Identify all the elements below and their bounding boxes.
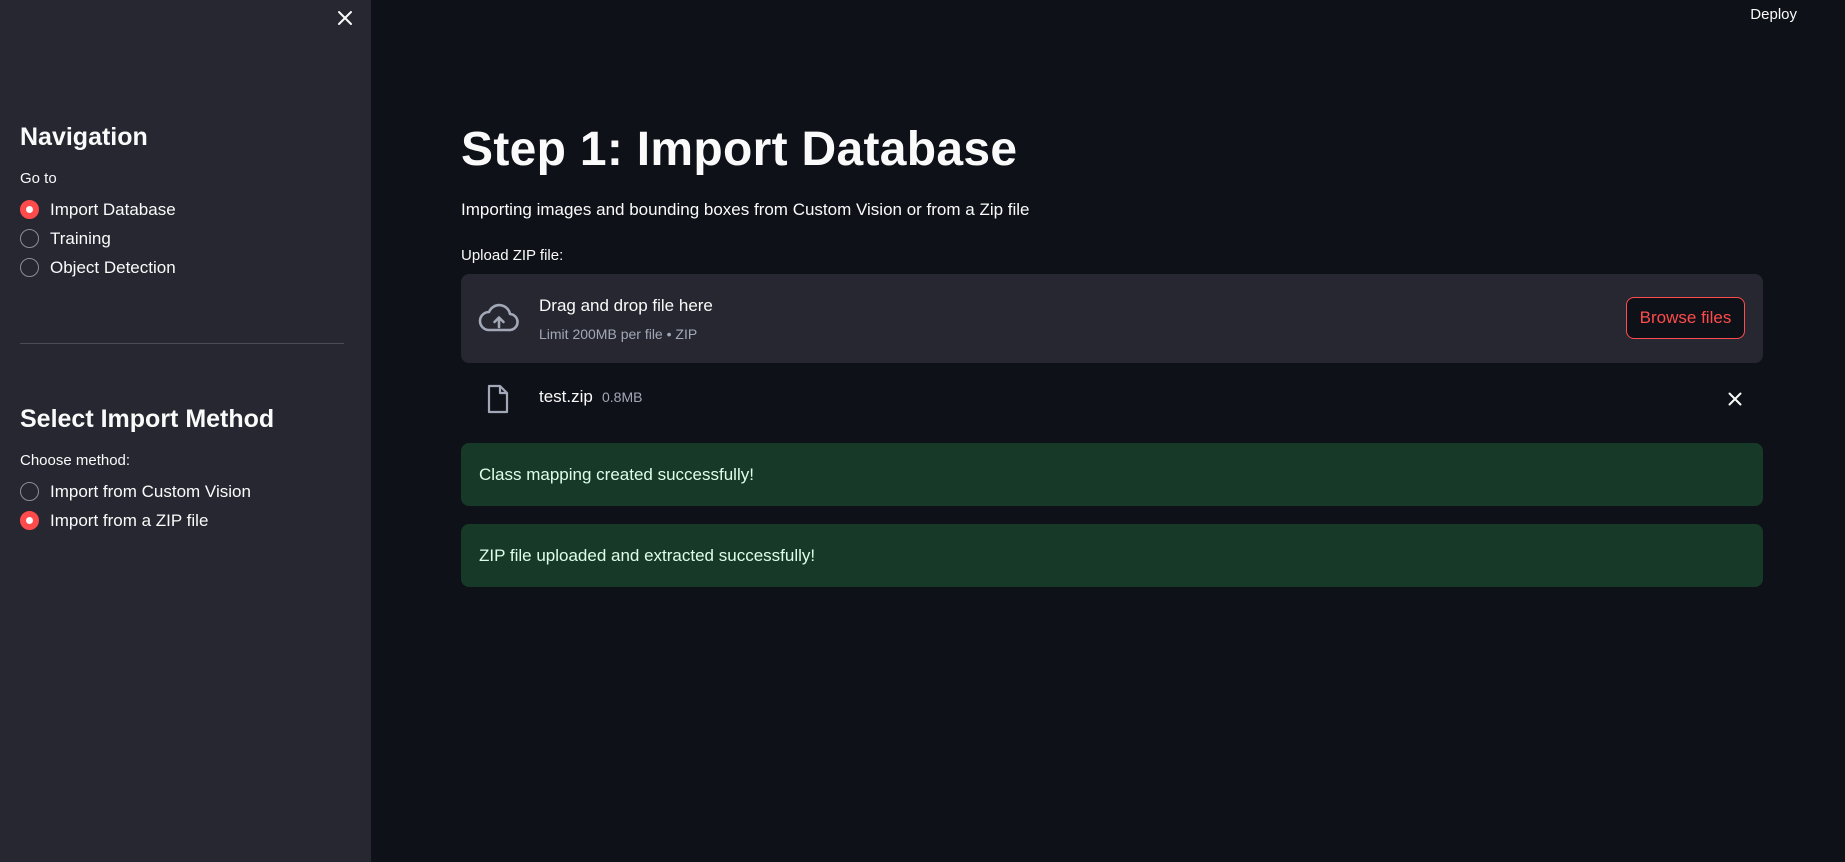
radio-training[interactable]: Training [20, 224, 344, 253]
radio-unchecked-icon [20, 258, 39, 277]
remove-file-button[interactable] [1724, 388, 1746, 410]
sidebar-divider [20, 343, 344, 344]
radio-checked-icon [20, 511, 39, 530]
import-method-radio-group: Import from Custom Vision Import from a … [20, 477, 344, 535]
radio-label: Import from Custom Vision [50, 481, 251, 501]
radio-import-database[interactable]: Import Database [20, 195, 344, 224]
file-size: 0.8MB [602, 389, 643, 405]
import-method-label: Choose method: [20, 452, 131, 469]
close-icon [338, 11, 352, 25]
uploaded-file-row: test.zip 0.8MB [461, 370, 1763, 426]
alert-text: Class mapping created successfully! [479, 465, 754, 484]
sidebar-close-button[interactable] [333, 6, 357, 30]
file-icon [487, 384, 509, 414]
radio-label: Import Database [50, 199, 176, 219]
app-root: Navigation Go to Import Database Trainin… [0, 0, 1845, 862]
navigation-label: Go to [20, 170, 57, 187]
radio-checked-icon [20, 200, 39, 219]
cloud-upload-icon [478, 303, 519, 332]
file-dropzone[interactable]: Drag and drop file here Limit 200MB per … [461, 274, 1763, 363]
radio-label: Object Detection [50, 257, 176, 277]
radio-unchecked-icon [20, 482, 39, 501]
radio-import-zip[interactable]: Import from a ZIP file [20, 506, 344, 535]
radio-unchecked-icon [20, 229, 39, 248]
browse-files-button[interactable]: Browse files [1626, 297, 1745, 339]
remove-file-icon [1728, 392, 1742, 406]
dropzone-title: Drag and drop file here [539, 296, 713, 315]
success-alert-zip-upload: ZIP file uploaded and extracted successf… [461, 524, 1763, 587]
dropzone-limit: Limit 200MB per file • ZIP [539, 326, 698, 342]
sidebar: Navigation Go to Import Database Trainin… [0, 0, 371, 862]
import-method-section: Select Import Method Choose method: Impo… [20, 405, 344, 535]
radio-import-custom-vision[interactable]: Import from Custom Vision [20, 477, 344, 506]
alert-text: ZIP file uploaded and extracted successf… [479, 546, 816, 565]
upload-label: Upload ZIP file: [461, 247, 564, 264]
page-subtitle: Importing images and bounding boxes from… [461, 200, 1030, 219]
navigation-heading: Navigation [20, 123, 148, 151]
navigation-radio-group: Import Database Training Object Detectio… [20, 195, 344, 282]
page-title: Step 1: Import Database [461, 123, 1018, 176]
success-alert-class-mapping: Class mapping created successfully! [461, 443, 1763, 506]
radio-label: Training [50, 228, 111, 248]
radio-object-detection[interactable]: Object Detection [20, 253, 344, 282]
import-method-heading: Select Import Method [20, 405, 275, 433]
file-name: test.zip [539, 387, 593, 406]
navigation-section: Navigation Go to Import Database Trainin… [20, 123, 344, 282]
radio-label: Import from a ZIP file [50, 510, 209, 530]
main-content: Step 1: Import Database Importing images… [461, 0, 1763, 862]
